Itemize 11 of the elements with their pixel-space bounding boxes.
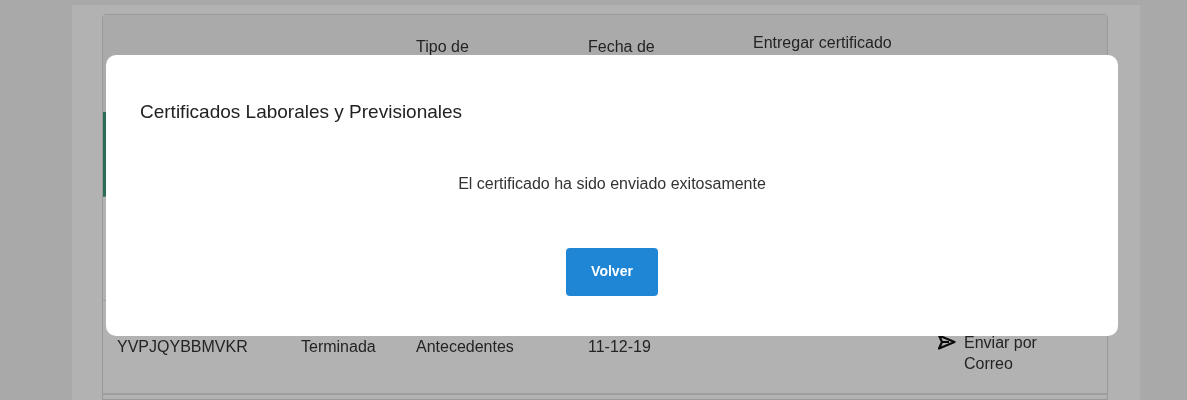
table-cell-text: YVPJQYBBMVKR — [117, 337, 248, 357]
back-button[interactable]: Volver — [566, 247, 658, 296]
table-cell-text: 11-12-19 — [588, 337, 651, 357]
column-header: Tipo de — [416, 38, 470, 56]
modal-message: El certificado ha sido enviado exitosamente — [458, 173, 766, 194]
send-icon — [938, 334, 956, 350]
column-header: Entregar certificado — [753, 34, 892, 51]
column-header: Fecha de — [588, 38, 656, 56]
table-cell-text: Antecedentes — [416, 337, 514, 357]
table-cell-text: Terminada — [301, 337, 376, 357]
modal-title: Certificados Laborales y Previsionales — [139, 100, 464, 124]
